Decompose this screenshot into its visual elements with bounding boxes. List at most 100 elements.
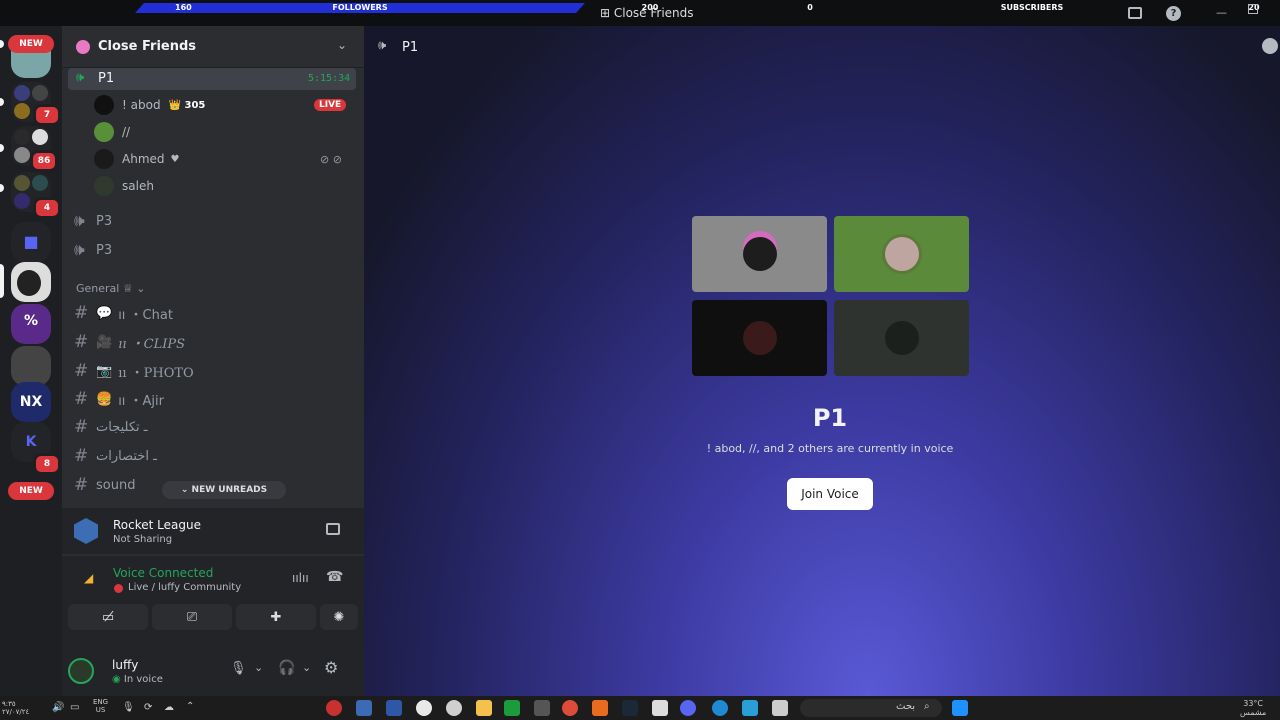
app-icon-discord[interactable] [680, 700, 696, 716]
avatar[interactable] [68, 658, 94, 684]
taskbar-search[interactable]: بحث ⌕ [800, 699, 942, 717]
app-icon-rocket-league[interactable] [386, 700, 402, 716]
app-icon-explorer[interactable] [772, 700, 788, 716]
channel-sidebar: Close Friends ⌄ 🕪 P1 5:15:34 ! abod 👑 30… [62, 26, 364, 696]
text-channel[interactable]: # 📷 ıı ・PHOTO [74, 359, 194, 383]
app-icon-chrome[interactable] [416, 700, 432, 716]
chevron-up-icon[interactable]: ⌃ [186, 701, 194, 712]
disconnect-icon[interactable]: ☎ [326, 569, 343, 585]
category-general[interactable]: General ♕ ⌄ [76, 282, 145, 295]
cloud-icon[interactable]: ☁ [164, 702, 174, 713]
participant-tile[interactable] [692, 216, 827, 292]
participant-tile[interactable] [692, 300, 827, 376]
language-indicator[interactable]: ENG US [93, 698, 108, 714]
avatar [94, 149, 114, 169]
channel-title: P1 [402, 40, 419, 55]
chevron-down-icon[interactable]: ⌄ [254, 661, 263, 674]
new-unreads-button[interactable]: ⌄ NEW UNREADS [162, 481, 286, 499]
new-badge-top[interactable]: NEW [8, 35, 54, 53]
channel-name: ıı ・Ajir [118, 393, 165, 409]
gear-icon[interactable]: ⚙ [324, 658, 338, 677]
text-channel[interactable]: # ـ اختصارات [74, 444, 157, 468]
app-icon-settings[interactable] [356, 700, 372, 716]
volume-icon[interactable]: 🔊 [52, 702, 64, 713]
soundboard-icon: ✺ [333, 609, 345, 625]
server-rail: NEW 7 86 4 ■ % NX K 8 NEW [0, 26, 62, 696]
folder-icon[interactable] [476, 700, 492, 716]
stream-overlay-bar: 160 FOLLOWERS 200 ⊞ Close Friends 0 SUBS… [0, 0, 1280, 26]
app-icon-steam[interactable] [622, 700, 638, 716]
chat-icon[interactable] [1262, 38, 1278, 54]
app-icon-chrome[interactable] [562, 700, 578, 716]
headphones-icon[interactable]: 🎧 [278, 660, 295, 676]
voice-channel-p3[interactable]: 🕪 P3 [74, 209, 112, 233]
voice-status[interactable]: Voice Connected [113, 566, 213, 580]
display-icon[interactable]: ▭ [70, 702, 79, 713]
camera-button[interactable]: ▭̸ [68, 604, 148, 630]
participant-tile[interactable] [834, 216, 969, 292]
participant-tile[interactable] [834, 300, 969, 376]
channel-name: ıı ・PHOTO [118, 365, 194, 381]
chevron-down-icon: ⌄ [136, 282, 146, 295]
app-icon-file[interactable] [652, 700, 668, 716]
app-icon-xbox[interactable] [504, 700, 520, 716]
maximize-icon[interactable] [1248, 4, 1258, 14]
inbox-icon[interactable] [1128, 7, 1142, 19]
chevron-down-icon[interactable]: ⌄ [337, 38, 347, 52]
server-nexis[interactable]: % [11, 304, 51, 344]
channel-name: ـ اختصارات [96, 448, 157, 464]
voice-channel-link[interactable]: Live / luffy Community [128, 582, 241, 593]
text-channel[interactable]: # sound [74, 473, 135, 497]
app-icon-edge[interactable] [712, 700, 728, 716]
activities-button[interactable]: ✚ [236, 604, 316, 630]
server-close-friends[interactable] [11, 262, 51, 302]
voice-member[interactable]: saleh [94, 175, 154, 197]
new-badge-bottom[interactable]: NEW [8, 482, 54, 500]
start-icon[interactable] [952, 700, 968, 716]
signal-icon[interactable]: ◢ [84, 571, 93, 585]
avatar [884, 237, 919, 271]
followers-progress: 160 FOLLOWERS [135, 3, 585, 13]
user-panel: luffy ◉ In voice 🎙 ⌄ 🎧 ⌄ ⚙ [62, 646, 364, 696]
folder-icon[interactable]: ■ [11, 222, 51, 262]
text-channel[interactable]: # ـ تكليجات [74, 415, 148, 439]
app-icon-brave[interactable] [592, 700, 608, 716]
voice-channel-p3[interactable]: 🕪 P3 [74, 238, 112, 262]
channel-name: P3 [96, 242, 113, 258]
noise-suppression-icon[interactable]: ıılıı [292, 571, 309, 585]
app-icon-facebook[interactable] [742, 700, 758, 716]
minimize-icon[interactable]: — [1216, 6, 1227, 19]
hash-icon: # [74, 417, 89, 437]
screen-share-icon[interactable] [326, 523, 340, 535]
speaker-icon: 🕪 [378, 38, 387, 53]
text-channel[interactable]: # 🎥 ıı ・CLIPS [74, 330, 185, 354]
weather-widget[interactable]: 33°C مشمس [1240, 699, 1266, 717]
text-channel[interactable]: # 💬 ıı ・Chat [74, 301, 173, 325]
voice-channel-p1[interactable]: 🕪 P1 5:15:34 [68, 68, 356, 90]
voice-member[interactable]: // [94, 121, 130, 143]
text-channel[interactable]: # 🍔 ıı ・Ajir [74, 387, 164, 411]
voice-member[interactable]: Ahmed ♥ [94, 148, 179, 170]
microphone-icon[interactable]: 🎙 [230, 661, 247, 676]
muted-icon: ⊘ ⊘ [320, 153, 342, 166]
username[interactable]: luffy [112, 658, 138, 672]
channel-heading: P1 [812, 404, 848, 432]
soundboard-button[interactable]: ✺ [320, 604, 358, 630]
app-icon-rec[interactable] [326, 700, 342, 716]
category-name: General ♕ [76, 282, 133, 295]
voice-member[interactable]: ! abod 👑 305 [94, 94, 205, 116]
activity-title: Rocket League [113, 518, 201, 532]
chevron-down-icon[interactable]: ⌄ [302, 661, 311, 674]
screen-share-button[interactable]: ⎚ [152, 604, 232, 630]
server-icon[interactable] [11, 346, 51, 386]
app-icon-steelseries[interactable] [446, 700, 462, 716]
join-voice-button[interactable]: Join Voice [787, 478, 873, 510]
sync-icon[interactable]: ⟳ [144, 702, 152, 713]
app-icon-epic[interactable] [534, 700, 550, 716]
server-header[interactable]: Close Friends ⌄ [62, 26, 364, 68]
microphone-icon[interactable]: 🎙 [122, 702, 135, 713]
avatar [94, 95, 114, 115]
server-nx-store[interactable]: NX [11, 382, 51, 422]
help-icon[interactable]: ? [1166, 6, 1181, 21]
channel-name: P3 [96, 213, 113, 229]
